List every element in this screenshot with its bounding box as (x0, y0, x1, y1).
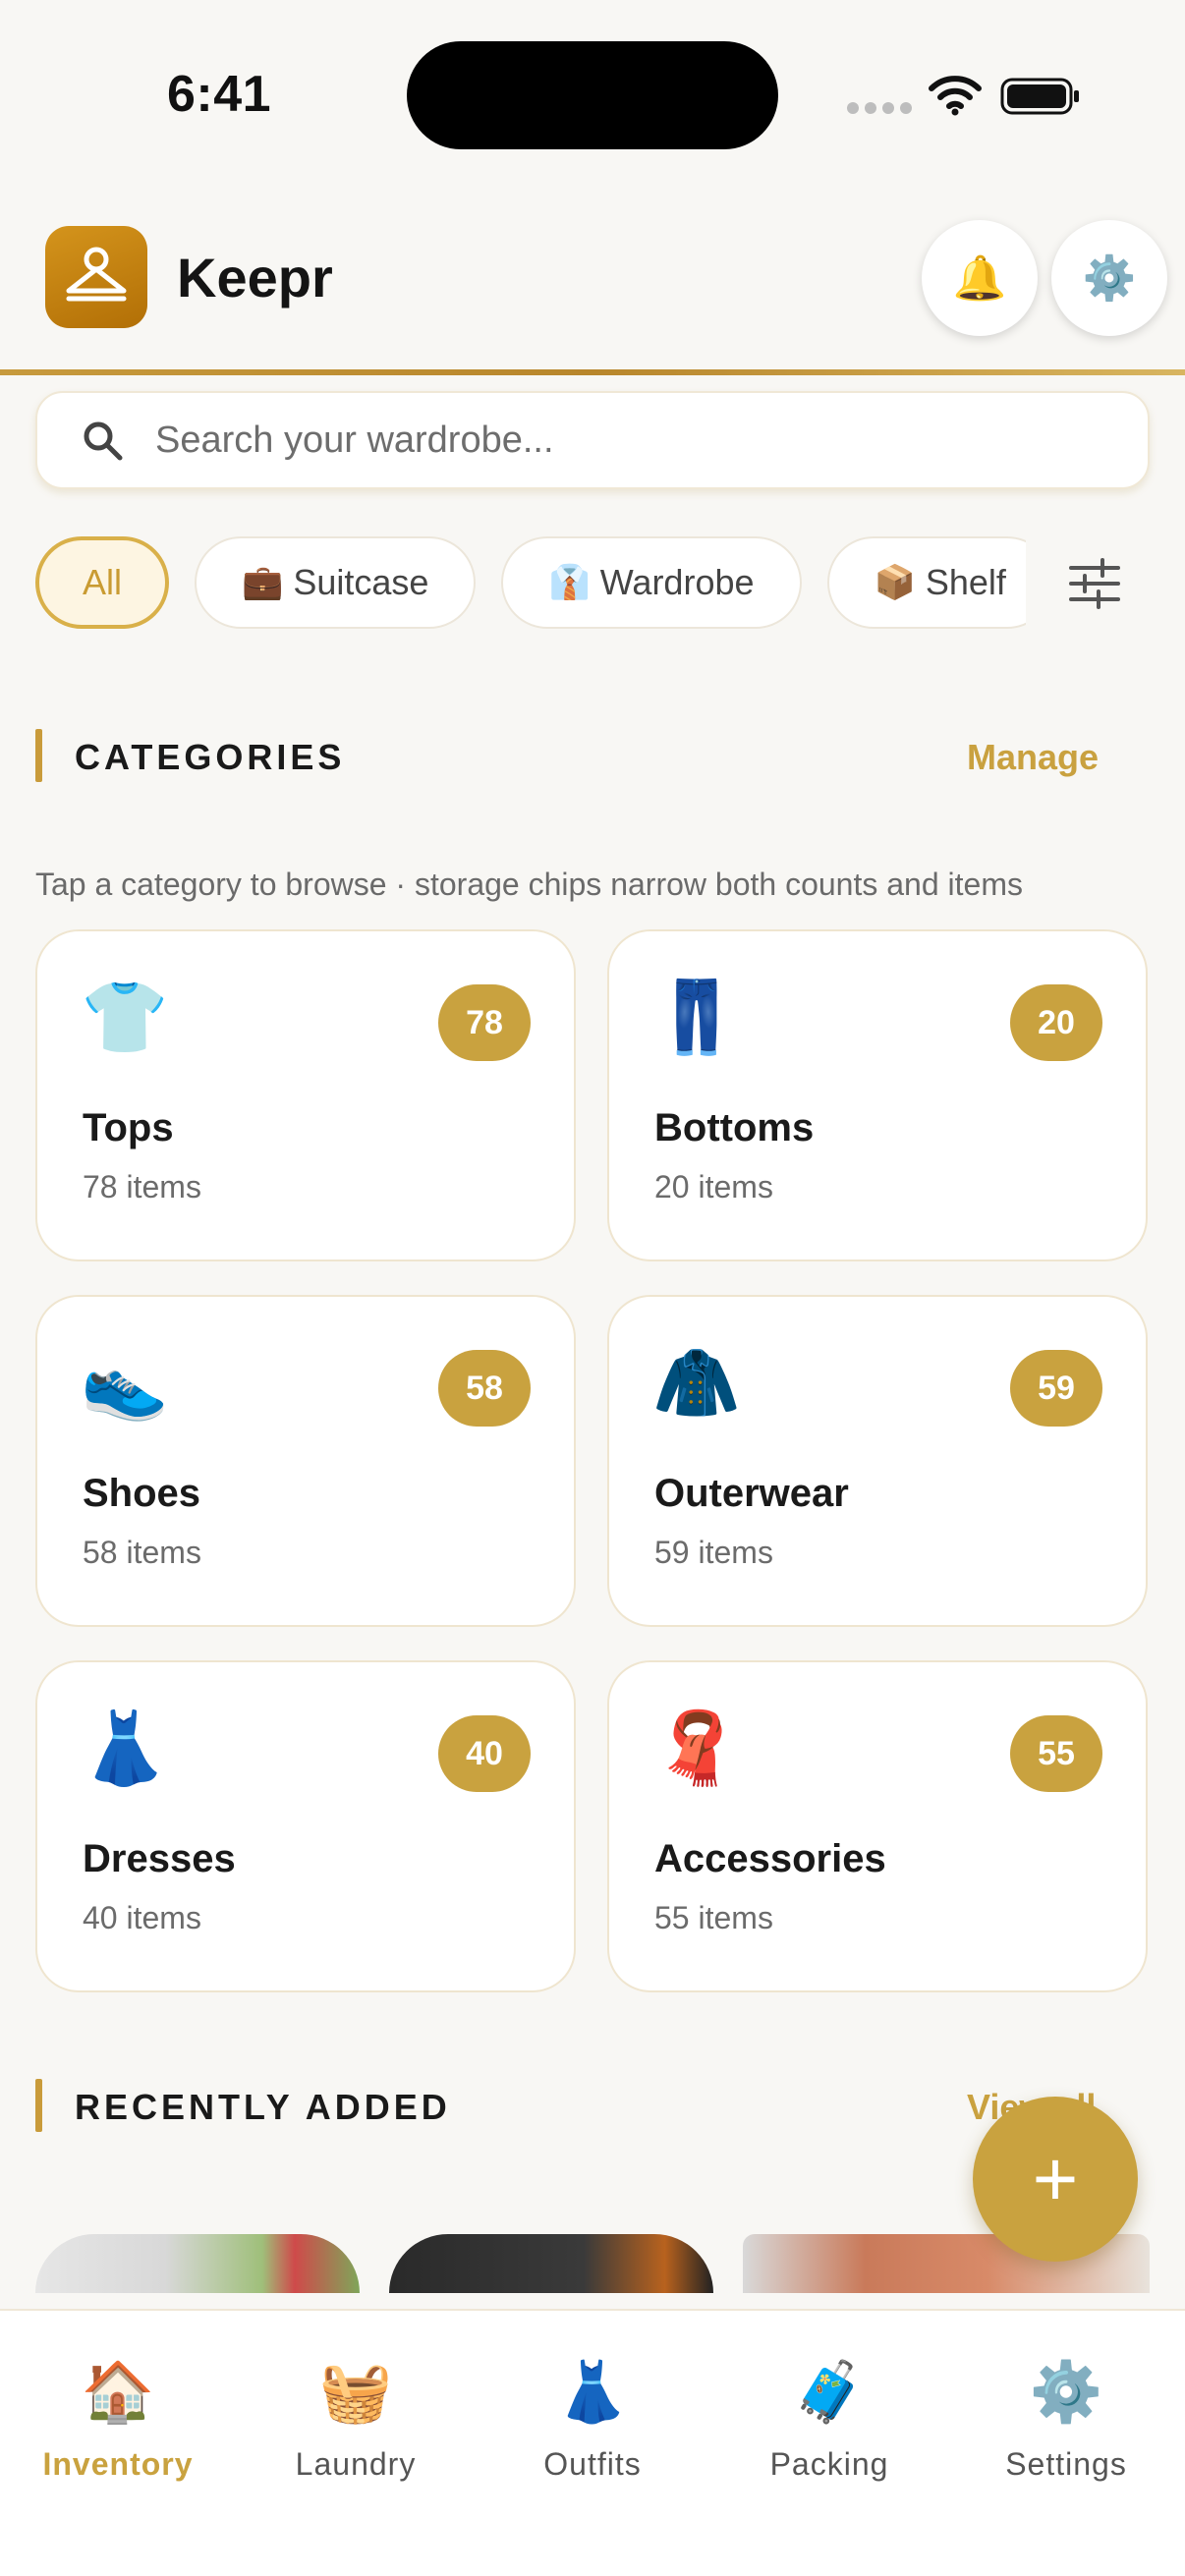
search-input[interactable] (155, 419, 1040, 462)
categories-title: CATEGORIES (75, 737, 346, 777)
gear-icon: ⚙️ (1029, 2359, 1103, 2425)
category-card-accessories[interactable]: 🧣 55 Accessories 55 items (607, 1660, 1148, 1992)
tab-label: Packing (769, 2446, 889, 2482)
notifications-button[interactable]: 🔔 (922, 220, 1038, 336)
count-badge: 58 (438, 1350, 531, 1427)
briefcase-icon: 💼 (242, 564, 284, 601)
house-icon: 🏠 (81, 2359, 155, 2425)
dynamic-island (407, 41, 778, 149)
search-icon (84, 421, 123, 461)
count-badge: 20 (1010, 984, 1102, 1061)
section-accent-bar (35, 2079, 42, 2132)
battery-icon (1000, 78, 1079, 115)
tab-label: Outfits (543, 2446, 642, 2482)
category-card-shoes[interactable]: 👟 58 Shoes 58 items (35, 1295, 576, 1627)
t-shirt-icon: 👕 (81, 979, 169, 1057)
box-icon: 📦 (874, 564, 916, 601)
recent-item-thumbnail[interactable] (389, 2234, 713, 2293)
tab-inventory[interactable]: 🏠 Inventory (0, 2358, 236, 2483)
category-count: 78 items (83, 1169, 201, 1204)
category-card-bottoms[interactable]: 👖 20 Bottoms 20 items (607, 929, 1148, 1261)
coat-icon: 🧥 (652, 1344, 741, 1423)
count-badge: 59 (1010, 1350, 1102, 1427)
cellular-signal-icon (847, 102, 912, 114)
recently-added-title: RECENTLY ADDED (75, 2087, 451, 2127)
category-name: Shoes (83, 1472, 201, 1515)
tab-settings[interactable]: ⚙️ Settings (948, 2358, 1184, 2483)
category-count: 20 items (654, 1169, 773, 1204)
dress-icon: 👗 (555, 2359, 630, 2425)
category-name: Outerwear (654, 1472, 849, 1515)
category-name: Tops (83, 1106, 174, 1149)
luggage-icon: 🧳 (792, 2359, 867, 2425)
filter-sliders-icon[interactable] (1067, 556, 1122, 611)
category-name: Bottoms (654, 1106, 815, 1149)
necktie-shirt-icon: 👔 (548, 564, 591, 601)
tab-laundry[interactable]: 🧺 Laundry (238, 2358, 474, 2483)
count-badge: 55 (1010, 1715, 1102, 1792)
dress-icon: 👗 (81, 1709, 169, 1788)
scarf-icon: 🧣 (652, 1709, 741, 1788)
storage-chip-row: All 💼 Suitcase 👔 Wardrobe 📦 Shelf (35, 536, 1026, 631)
chip-wardrobe[interactable]: 👔 Wardrobe (501, 536, 802, 629)
count-badge: 78 (438, 984, 531, 1061)
category-name: Accessories (654, 1837, 886, 1880)
categories-subtitle: Tap a category to browse · storage chips… (35, 867, 1023, 902)
chip-label: Shelf (925, 562, 1006, 602)
header-divider (0, 369, 1185, 375)
laundry-basket-icon: 🧺 (318, 2359, 393, 2425)
sneaker-icon: 👟 (81, 1344, 169, 1423)
app-logo-hanger-icon (45, 226, 147, 328)
status-time: 6:41 (167, 66, 272, 123)
tab-label: Inventory (42, 2446, 194, 2482)
jeans-icon: 👖 (652, 979, 741, 1057)
tab-packing[interactable]: 🧳 Packing (711, 2358, 947, 2483)
category-count: 55 items (654, 1900, 773, 1935)
chip-suitcase[interactable]: 💼 Suitcase (195, 536, 477, 629)
app-title: Keepr (177, 247, 333, 308)
tab-label: Laundry (295, 2446, 417, 2482)
chip-label: All (83, 562, 123, 602)
tab-label: Settings (1005, 2446, 1127, 2482)
bell-icon: 🔔 (952, 254, 1007, 303)
recent-item-thumbnail[interactable] (35, 2234, 360, 2293)
search-bar[interactable] (35, 391, 1150, 489)
category-count: 59 items (654, 1535, 773, 1570)
settings-button[interactable]: ⚙️ (1051, 220, 1167, 336)
chip-all[interactable]: All (35, 536, 170, 629)
count-badge: 40 (438, 1715, 531, 1792)
gear-icon: ⚙️ (1082, 254, 1137, 303)
chip-label: Wardrobe (599, 562, 755, 602)
add-item-button[interactable]: + (973, 2097, 1138, 2262)
category-card-tops[interactable]: 👕 78 Tops 78 items (35, 929, 576, 1261)
chip-label: Suitcase (293, 562, 429, 602)
chip-shelf[interactable]: 📦 Shelf (826, 536, 1026, 629)
manage-link[interactable]: Manage (967, 737, 1099, 778)
category-card-dresses[interactable]: 👗 40 Dresses 40 items (35, 1660, 576, 1992)
category-card-outerwear[interactable]: 🧥 59 Outerwear 59 items (607, 1295, 1148, 1627)
section-accent-bar (35, 729, 42, 782)
tab-outfits[interactable]: 👗 Outfits (475, 2358, 710, 2483)
bottom-tab-bar: 🏠 Inventory 🧺 Laundry 👗 Outfits 🧳 Packin… (0, 2309, 1185, 2576)
category-count: 58 items (83, 1535, 201, 1570)
wifi-icon (929, 76, 982, 116)
category-count: 40 items (83, 1900, 201, 1935)
category-name: Dresses (83, 1837, 236, 1880)
